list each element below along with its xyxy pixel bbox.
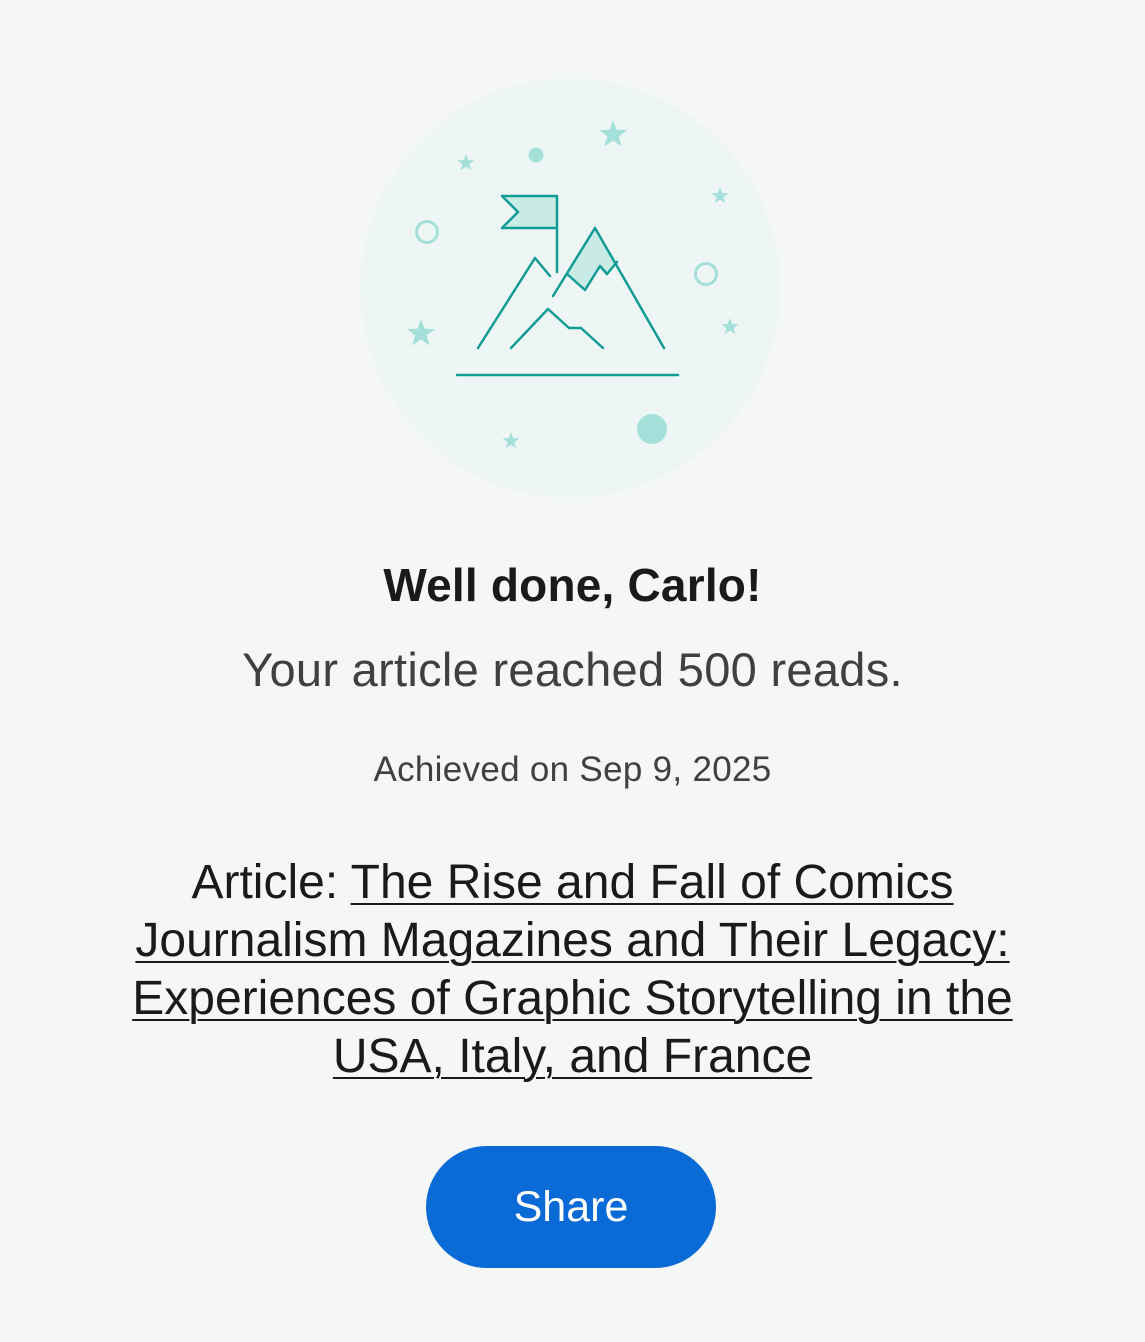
dot-icon — [528, 147, 544, 163]
dot-icon — [637, 414, 667, 444]
share-button[interactable]: Share — [426, 1146, 716, 1268]
illustration-background — [360, 78, 780, 498]
milestone-message: Your article reached 500 reads. — [242, 643, 903, 696]
mountain-flag-illustration — [360, 78, 780, 498]
achieved-date: Achieved on Sep 9, 2025 — [373, 750, 772, 789]
article-prefix: Article: — [191, 856, 351, 909]
milestone-title: Well done, Carlo! — [383, 559, 762, 611]
article-reference: Article: The Rise and Fall of Comics Jou… — [90, 854, 1055, 1086]
milestone-card: Well done, Carlo! Your article reached 5… — [0, 0, 1145, 1342]
